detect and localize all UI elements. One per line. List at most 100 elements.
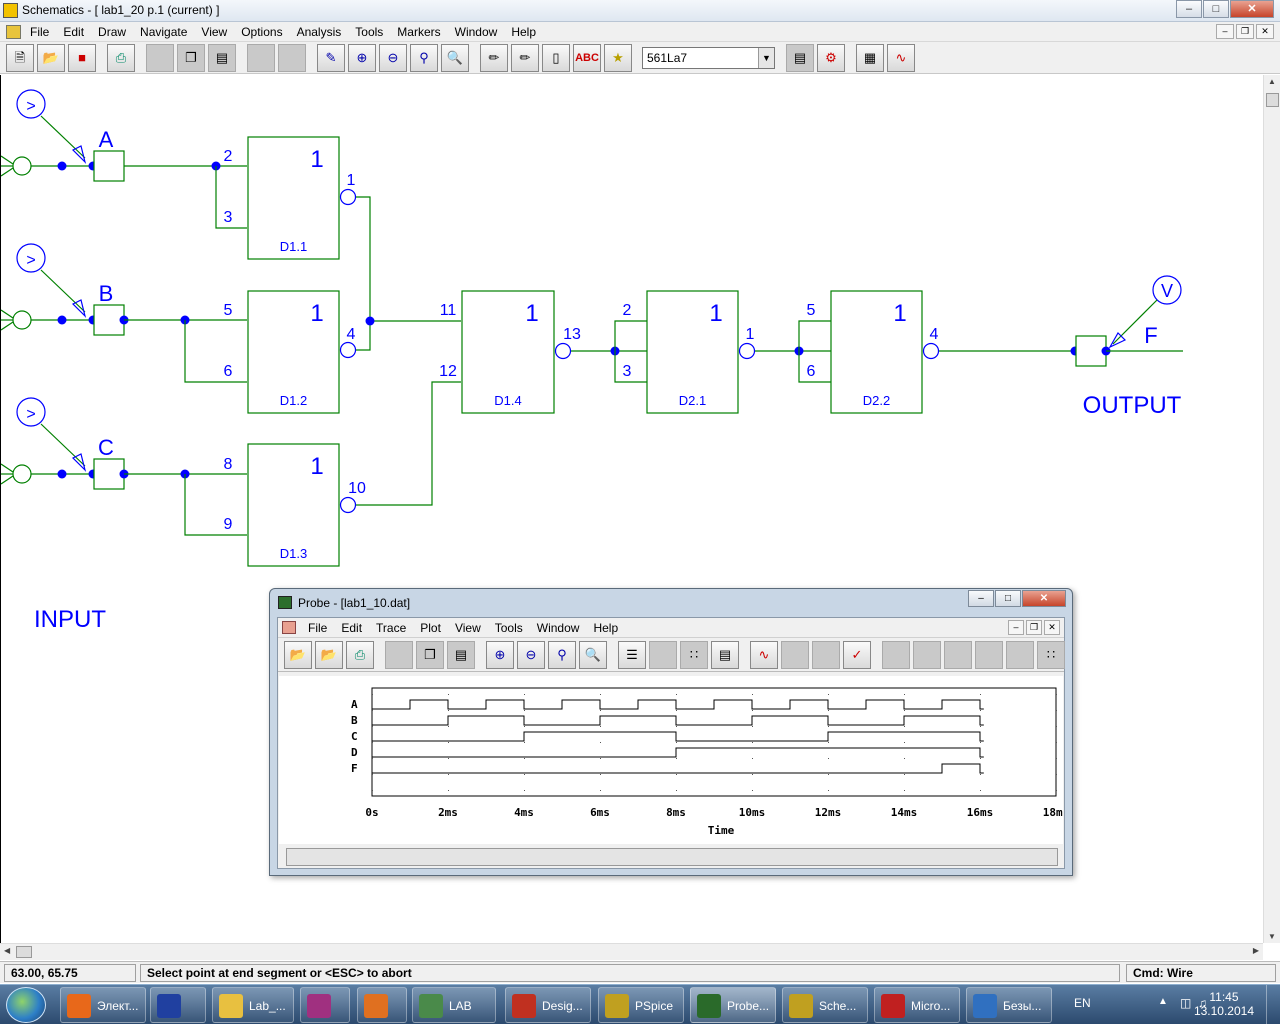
wire[interactable] xyxy=(1,155,14,165)
input-label-a[interactable]: A xyxy=(99,127,114,152)
probe-menu-edit[interactable]: Edit xyxy=(341,621,362,635)
close-button[interactable]: ✕ xyxy=(1230,0,1274,18)
inverter-bubble[interactable] xyxy=(339,496,357,514)
pin-number[interactable]: 4 xyxy=(930,326,939,343)
probe-cursor-point-icon[interactable] xyxy=(1006,641,1034,669)
probe-fourier-icon[interactable] xyxy=(649,641,677,669)
probe-app-icon[interactable] xyxy=(278,596,292,609)
probe-minimize-button[interactable]: – xyxy=(968,590,994,607)
probe-zoom-out-icon[interactable]: ⊖ xyxy=(517,641,545,669)
copy-icon[interactable]: ❐ xyxy=(177,44,205,72)
wire[interactable] xyxy=(356,196,371,351)
inverter-bubble[interactable] xyxy=(554,342,572,360)
probe-menu-plot[interactable]: Plot xyxy=(420,621,441,635)
probe-cursor-max-icon[interactable] xyxy=(975,641,1003,669)
wire[interactable] xyxy=(356,381,461,506)
taskbar-item[interactable]: Desig... xyxy=(505,987,591,1023)
zoom-area-icon[interactable]: ⚲ xyxy=(410,44,438,72)
taskbar-item[interactable] xyxy=(357,987,407,1023)
gate-label[interactable]: D1.4 xyxy=(494,393,521,408)
probe-performance-icon[interactable]: ∷ xyxy=(680,641,708,669)
gate-symbol[interactable]: 1 xyxy=(525,300,538,327)
menu-options[interactable]: Options xyxy=(241,25,282,39)
zoom-out-icon[interactable]: ⊖ xyxy=(379,44,407,72)
get-part-icon[interactable]: ★ xyxy=(604,44,632,72)
probe-menu-tools[interactable]: Tools xyxy=(495,621,523,635)
schematics-app-icon[interactable] xyxy=(3,3,18,18)
pin-number[interactable]: 9 xyxy=(224,516,233,533)
paste-icon[interactable]: ▤ xyxy=(208,44,236,72)
probe-menu-view[interactable]: View xyxy=(455,621,481,635)
probe-zoom-in-icon[interactable]: ⊕ xyxy=(486,641,514,669)
show-desktop-button[interactable] xyxy=(1266,985,1280,1024)
vertical-scroll-thumb[interactable] xyxy=(1266,93,1279,107)
taskbar-item[interactable]: Sche... xyxy=(782,987,868,1023)
marker-symbol[interactable]: > xyxy=(26,98,35,115)
wire[interactable] xyxy=(40,269,86,313)
probe-append-icon[interactable]: 📂 xyxy=(315,641,343,669)
document-icon[interactable] xyxy=(6,25,21,39)
gate-symbol[interactable]: 1 xyxy=(893,300,906,327)
scroll-up-icon[interactable]: ▲ xyxy=(1268,77,1276,86)
undo-icon[interactable] xyxy=(247,44,275,72)
cut-icon[interactable] xyxy=(146,44,174,72)
simulate-icon[interactable]: ∿ xyxy=(887,44,915,72)
pin-number[interactable]: 5 xyxy=(807,302,816,319)
mdi-restore-button[interactable]: ❐ xyxy=(1236,24,1254,39)
taskbar-item[interactable]: Элект... xyxy=(60,987,146,1023)
probe-mdi-restore-button[interactable]: ❐ xyxy=(1026,620,1042,635)
minimize-button[interactable]: – xyxy=(1176,0,1202,18)
mdi-close-button[interactable]: ✕ xyxy=(1256,24,1274,39)
voltage-probe-label[interactable]: V xyxy=(1161,281,1173,301)
gate-symbol[interactable]: 1 xyxy=(310,300,323,327)
probe-title-bar[interactable]: Probe - [lab1_10.dat] – □ ✕ xyxy=(270,589,1072,615)
wire[interactable] xyxy=(184,474,247,536)
save-icon[interactable]: ■ xyxy=(68,44,96,72)
wire[interactable] xyxy=(798,320,831,351)
inverter-bubble[interactable] xyxy=(738,342,756,360)
input-terminal[interactable] xyxy=(12,156,32,176)
vertical-scrollbar[interactable]: ▲ ▼ xyxy=(1263,75,1280,943)
probe-open-icon[interactable]: 📂 xyxy=(284,641,312,669)
clock[interactable]: 11:45 13.10.2014 xyxy=(1194,990,1254,1018)
scroll-left-icon[interactable]: ◀ xyxy=(4,946,10,955)
menu-draw[interactable]: Draw xyxy=(98,25,126,39)
horizontal-scroll-thumb[interactable] xyxy=(16,946,32,958)
menu-analysis[interactable]: Analysis xyxy=(297,25,342,39)
pin-number[interactable]: 6 xyxy=(224,363,233,380)
probe-cursor-slope-icon[interactable] xyxy=(913,641,941,669)
probe-menu-window[interactable]: Window xyxy=(537,621,580,635)
pin-number[interactable]: 4 xyxy=(347,326,356,343)
menu-file[interactable]: File xyxy=(30,25,49,39)
menu-window[interactable]: Window xyxy=(455,25,498,39)
probe-cursor-trough-icon[interactable] xyxy=(882,641,910,669)
new-file-icon[interactable]: 🗎 xyxy=(6,44,34,72)
input-caption[interactable]: INPUT xyxy=(34,606,106,633)
menu-view[interactable]: View xyxy=(201,25,227,39)
wire[interactable] xyxy=(1,309,14,319)
gate-symbol[interactable]: 1 xyxy=(310,453,323,480)
pin-number[interactable]: 8 xyxy=(224,456,233,473)
gate-symbol[interactable]: 1 xyxy=(310,146,323,173)
inverter-bubble[interactable] xyxy=(339,188,357,206)
scroll-right-icon[interactable]: ▶ xyxy=(1253,946,1259,955)
edit-attributes-icon[interactable]: ▤ xyxy=(786,44,814,72)
input-terminal[interactable] xyxy=(12,464,32,484)
probe-toggle-cursor-icon[interactable] xyxy=(781,641,809,669)
probe-cursor-peak-icon[interactable] xyxy=(812,641,840,669)
probe-window[interactable]: Probe - [lab1_10.dat] – □ ✕ File Edit Trac… xyxy=(269,588,1073,876)
probe-menu-file[interactable]: File xyxy=(308,621,327,635)
menu-markers[interactable]: Markers xyxy=(397,25,440,39)
probe-plot-icon[interactable]: ∿ xyxy=(750,641,778,669)
probe-add-trace-icon[interactable]: ▤ xyxy=(711,641,739,669)
pin-number[interactable]: 6 xyxy=(807,363,816,380)
taskbar-item[interactable]: PSpice xyxy=(598,987,684,1023)
pin-number[interactable]: 5 xyxy=(224,302,233,319)
probe-close-button[interactable]: ✕ xyxy=(1022,590,1066,607)
pin-number[interactable]: 10 xyxy=(348,480,366,497)
gate-label[interactable]: D2.2 xyxy=(863,393,890,408)
part-name-select[interactable]: 561La7 ▼ xyxy=(642,47,775,69)
wire[interactable] xyxy=(40,423,86,467)
taskbar-item[interactable] xyxy=(150,987,206,1023)
probe-log-x-icon[interactable]: ☰ xyxy=(618,641,646,669)
